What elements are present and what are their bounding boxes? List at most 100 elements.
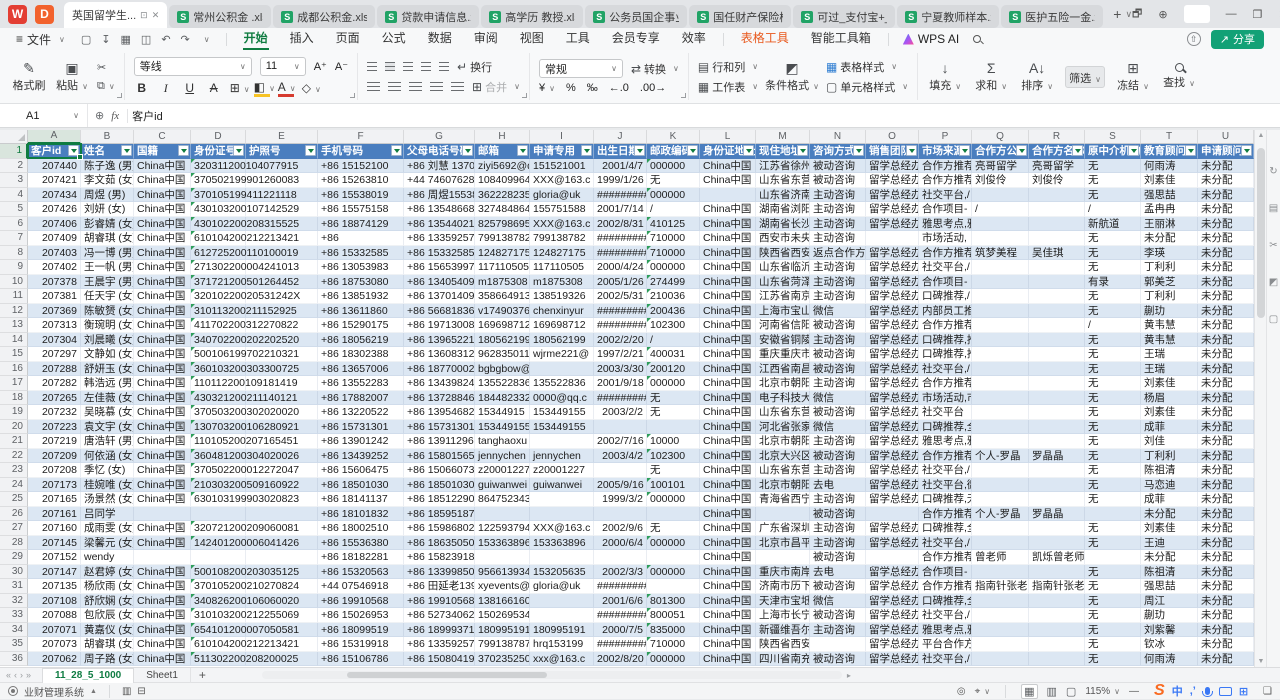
cell[interactable]: 王瑞 — [1141, 362, 1198, 377]
cell[interactable]: 未分配 — [1198, 434, 1254, 449]
cell[interactable]: 未分配 — [1198, 652, 1254, 667]
cell[interactable]: 2002/3/3 — [594, 565, 647, 580]
cell[interactable]: 留学总经办 — [866, 579, 919, 594]
cell[interactable]: China中国 — [700, 434, 756, 449]
cell[interactable]: 刘俊伶 — [1029, 173, 1085, 188]
cell[interactable]: 430321200211140121 — [191, 391, 246, 406]
row-header-11[interactable]: 11 — [0, 289, 28, 304]
sum-button[interactable]: Σ 求和∨ — [973, 61, 1009, 93]
cell[interactable]: 无 — [1085, 304, 1141, 319]
scrollbar-thumb[interactable] — [347, 672, 547, 678]
cell[interactable]: 未分配 — [1141, 231, 1198, 246]
filter-dropdown-button[interactable] — [178, 145, 189, 156]
format-painter-button[interactable]: ✎ 格式刷 — [11, 61, 47, 93]
cell[interactable]: 2002/5/31 — [594, 289, 647, 304]
cell[interactable]: China中国 — [700, 202, 756, 217]
menu-tab-数据[interactable]: 数据 — [417, 28, 463, 50]
cell[interactable]: guiwanwei — [475, 478, 530, 493]
cell[interactable]: 500108200203035125 — [191, 565, 246, 580]
file-tab[interactable]: 英国留学生...⊡✕ — [64, 2, 167, 28]
cell[interactable]: 340826200106060020 — [191, 594, 246, 609]
cell[interactable]: China中国 — [134, 318, 191, 333]
cell[interactable] — [134, 550, 191, 565]
cell[interactable]: 李文茹 (女) — [81, 173, 134, 188]
cell[interactable]: 指南针张老 — [1029, 579, 1085, 594]
cell[interactable]: 被动咨询 — [810, 652, 866, 667]
cell[interactable]: 微信 — [810, 594, 866, 609]
cell[interactable]: 重庆市南岸 — [756, 565, 810, 580]
cell[interactable]: China中国 — [700, 217, 756, 232]
cell[interactable] — [530, 362, 594, 377]
column-header-I[interactable]: I — [530, 130, 594, 144]
cell[interactable]: +86 17882007 — [318, 391, 404, 406]
cell[interactable]: 马恋迪 — [1141, 478, 1198, 493]
header-cell[interactable]: 父母电话号码 — [404, 144, 475, 159]
column-header-O[interactable]: O — [866, 130, 919, 144]
cell[interactable]: China中国 — [134, 275, 191, 290]
cell[interactable]: China中国 — [700, 246, 756, 261]
cell[interactable]: 舒妍玉 (女) — [81, 362, 134, 377]
cell[interactable]: 32010220020531242X — [191, 289, 246, 304]
filter-dropdown-button[interactable] — [853, 145, 864, 156]
cell[interactable]: XXX@163.c — [530, 173, 594, 188]
cell[interactable] — [1029, 376, 1085, 391]
cell[interactable]: 王瑞 — [1141, 347, 1198, 362]
clear-format-button[interactable]: ◇∨ — [302, 81, 318, 95]
cell[interactable]: 370503200302020020 — [191, 405, 246, 420]
column-header-U[interactable]: U — [1198, 130, 1254, 144]
cell[interactable]: +86 13611860 — [318, 304, 404, 319]
cell[interactable]: China中国 — [134, 202, 191, 217]
cell[interactable]: 207434 — [28, 188, 81, 203]
sidebar-tool-icon[interactable]: ◩ — [1269, 277, 1278, 288]
cell[interactable]: 未分配 — [1141, 507, 1198, 522]
cell[interactable]: 微信 — [810, 304, 866, 319]
cell[interactable]: 胡睿琪 (女) — [81, 231, 134, 246]
cell[interactable]: 社交平台,/ — [919, 188, 972, 203]
cell[interactable]: 何依涵 (女) — [81, 449, 134, 464]
row-header-23[interactable]: 23 — [0, 463, 28, 478]
cell[interactable]: +86 刘慧 137052 — [404, 159, 475, 174]
filter-dropdown-button[interactable] — [1241, 145, 1252, 156]
cell[interactable]: 430102200208315525 — [191, 217, 246, 232]
cell[interactable]: 微信 — [810, 420, 866, 435]
cell[interactable]: 留学总经办 — [866, 202, 919, 217]
cell[interactable] — [972, 521, 1029, 536]
cell[interactable]: wjrme221@ — [530, 347, 594, 362]
cell[interactable]: 2003/3/30 — [594, 362, 647, 377]
cell[interactable]: 无 — [1085, 449, 1141, 464]
row-header-19[interactable]: 19 — [0, 405, 28, 420]
rows-columns-button[interactable]: ▤行和列∨ — [698, 59, 758, 75]
cell[interactable]: 320311200104077915 — [191, 159, 246, 174]
column-header-A[interactable]: A — [28, 130, 81, 144]
cell[interactable]: 雅思考点,雅 — [919, 623, 972, 638]
sidebar-tool-icon[interactable]: ▢ — [1269, 314, 1278, 325]
cell[interactable] — [972, 188, 1029, 203]
cell[interactable]: China中国 — [134, 362, 191, 377]
header-cell[interactable]: 原中介机构 — [1085, 144, 1141, 159]
cell[interactable]: 亮哥留学 — [972, 159, 1029, 174]
cell[interactable]: ######### — [594, 246, 647, 261]
chevron-up-icon[interactable]: ▲ — [90, 688, 97, 695]
cell[interactable]: +86 15731301 — [318, 420, 404, 435]
align-center-icon[interactable] — [388, 82, 401, 91]
cell[interactable]: 合作方推荐 — [919, 507, 972, 522]
cell[interactable]: 207313 — [28, 318, 81, 333]
cell[interactable]: 135522836 — [475, 376, 530, 391]
cell[interactable]: 何雨涛 — [1141, 652, 1198, 667]
cell[interactable]: 2001/6/6 — [594, 594, 647, 609]
cell[interactable]: 社交平台,/ — [919, 536, 972, 551]
cell[interactable]: 未分配 — [1198, 492, 1254, 507]
cell[interactable] — [1029, 434, 1085, 449]
cell[interactable] — [1085, 550, 1141, 565]
cell[interactable]: +86 1370140948 — [404, 289, 475, 304]
cell[interactable]: China中国 — [700, 608, 756, 623]
cell[interactable]: ######### — [594, 579, 647, 594]
cell[interactable]: China中国 — [134, 260, 191, 275]
cell[interactable]: 358664913 — [475, 289, 530, 304]
row-header-6[interactable]: 6 — [0, 217, 28, 232]
header-cell[interactable]: 申请顾问 — [1198, 144, 1254, 159]
cell[interactable]: 000000 — [647, 492, 700, 507]
cell[interactable]: +86 13220522 — [318, 405, 404, 420]
cell[interactable]: China中国 — [700, 565, 756, 580]
cell[interactable]: 个人-罗晶 — [972, 449, 1029, 464]
